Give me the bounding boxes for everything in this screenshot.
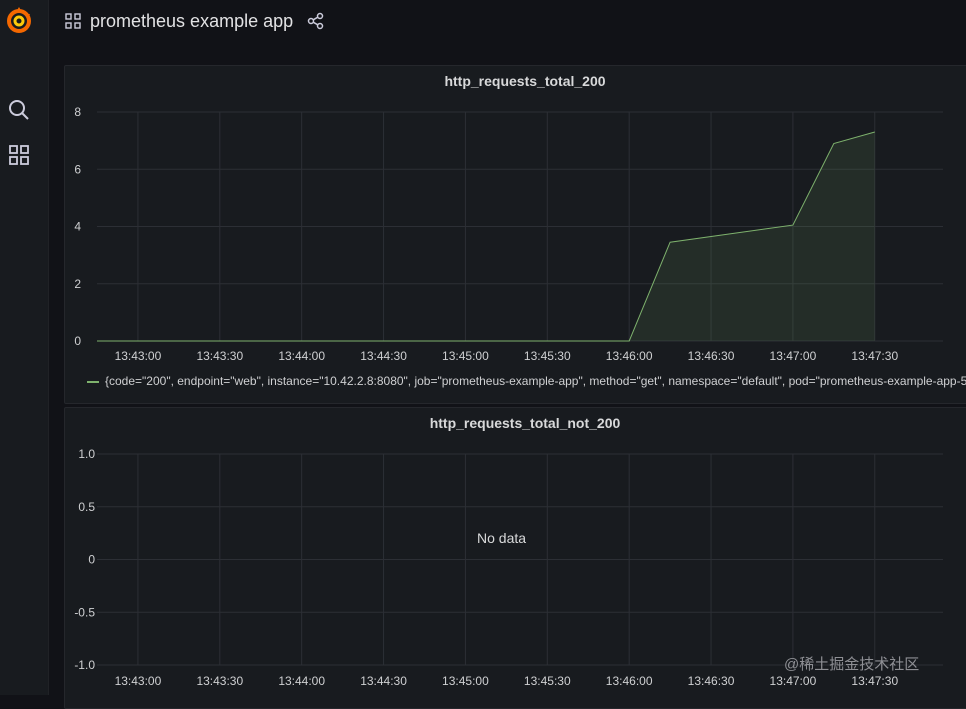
x-tick-label: 13:45:30 (524, 349, 571, 363)
dashboard-header: prometheus example app (48, 0, 966, 44)
y-tick-label: 0 (74, 334, 81, 348)
x-tick-label: 13:45:00 (442, 674, 489, 688)
x-tick-label: 13:44:30 (360, 349, 407, 363)
chart-http-requests-200: 0 2 4 6 8 13:43:00 13:43:30 13:44:00 13:44:30 13:… (74, 105, 943, 363)
x-tick-label: 13:47:30 (851, 349, 898, 363)
legend-label: {code="200", endpoint="web", instance="1… (105, 374, 966, 388)
no-data-message: No data (477, 530, 527, 546)
x-tick-label: 13:47:00 (770, 674, 817, 688)
y-tick-label: 8 (74, 105, 81, 119)
x-tick-label: 13:43:00 (115, 674, 162, 688)
x-tick-label: 13:43:30 (196, 674, 243, 688)
legend-swatch (87, 380, 99, 383)
dashboard-grid-icon (65, 13, 81, 29)
y-tick-label: 1.0 (78, 447, 95, 461)
x-tick-label: 13:46:30 (688, 349, 735, 363)
legend-item[interactable]: {code="200", endpoint="web", instance="1… (87, 374, 966, 388)
x-tick-label: 13:45:00 (442, 349, 489, 363)
x-tick-label: 13:44:30 (360, 674, 407, 688)
x-tick-label: 13:46:00 (606, 674, 653, 688)
dashboards-icon[interactable] (8, 144, 30, 166)
x-tick-label: 13:45:30 (524, 674, 571, 688)
x-tick-label: 13:43:30 (196, 349, 243, 363)
y-tick-label: -1.0 (74, 658, 95, 672)
x-tick-label: 13:46:30 (688, 674, 735, 688)
series-area (97, 132, 875, 341)
y-tick-label: 2 (74, 277, 81, 291)
panel-http-requests-200: http_requests_total_200 0 2 4 6 8 13:43:00 13:… (64, 65, 966, 404)
share-icon[interactable] (307, 12, 325, 30)
x-tick-label: 13:46:00 (606, 349, 653, 363)
x-tick-label: 13:44:00 (278, 349, 325, 363)
y-tick-label: -0.5 (74, 605, 95, 619)
y-tick-label: 0.5 (78, 500, 95, 514)
dashboard-title[interactable]: prometheus example app (90, 11, 293, 32)
x-tick-label: 13:47:30 (851, 674, 898, 688)
watermark: @稀土掘金技术社区 (784, 656, 920, 673)
y-tick-label: 4 (74, 220, 81, 234)
sidebar (0, 0, 49, 695)
x-tick-label: 13:44:00 (278, 674, 325, 688)
search-icon[interactable] (8, 99, 30, 121)
x-tick-label: 13:43:00 (115, 349, 162, 363)
x-tick-label: 13:47:00 (770, 349, 817, 363)
grafana-logo-icon[interactable] (4, 5, 34, 35)
y-tick-label: 6 (74, 162, 81, 176)
y-tick-label: 0 (88, 553, 95, 567)
